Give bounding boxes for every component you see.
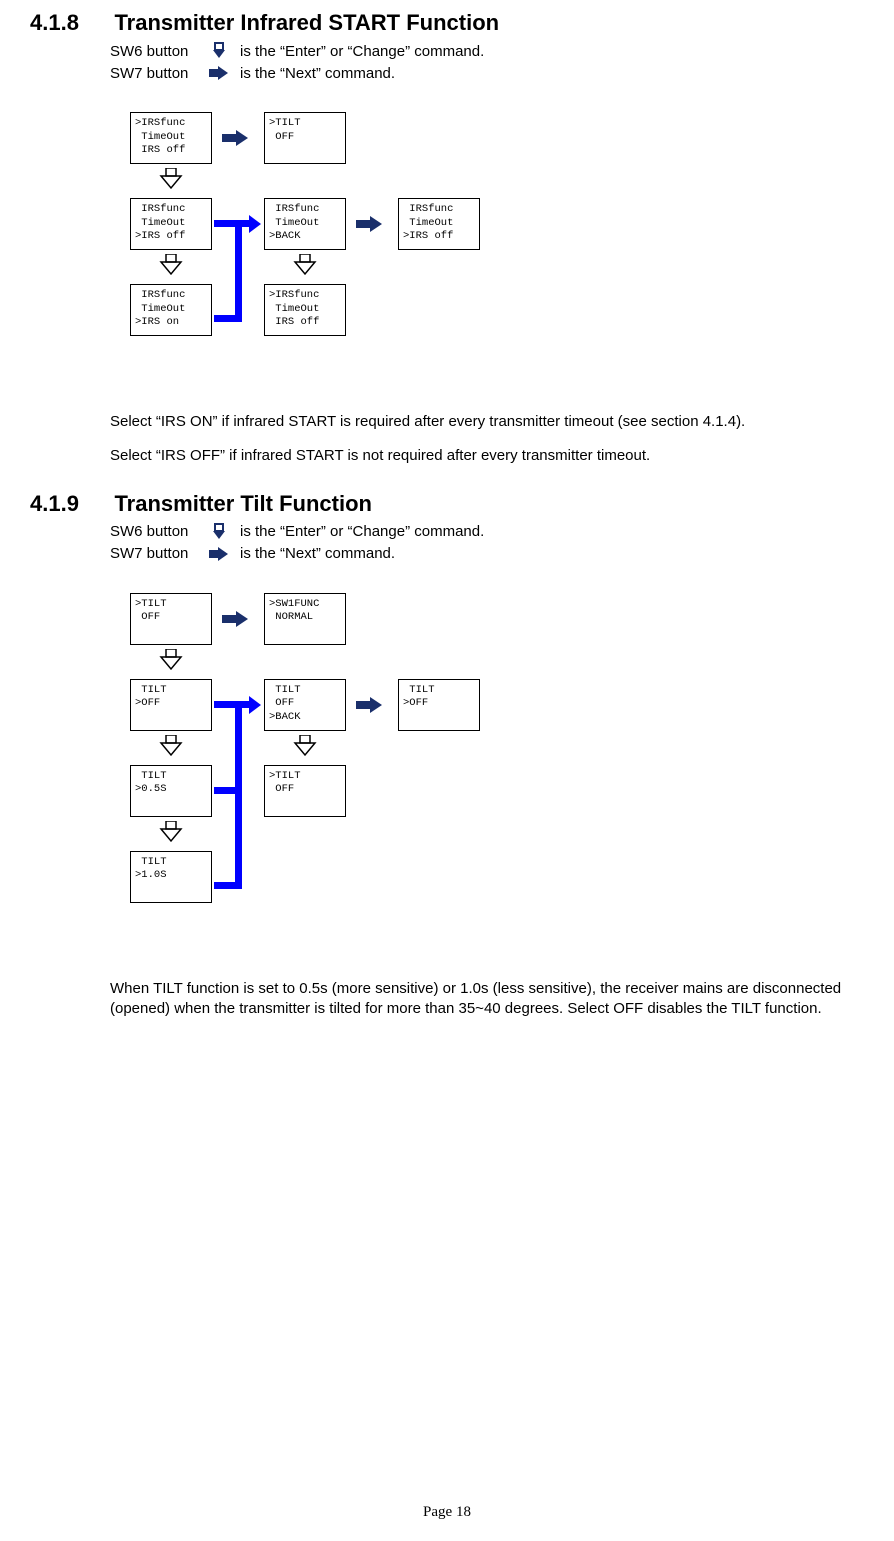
lcd-box: IRSfunc TimeOut >IRS off [398, 198, 480, 250]
paragraph: Select “IRS ON” if infrared START is req… [110, 412, 864, 432]
lcd-box: IRSfunc TimeOut >BACK [264, 198, 346, 250]
arrow-right-icon [356, 216, 386, 232]
sw6-desc: is the “Enter” or “Change” command. [240, 523, 484, 540]
lcd-box: >TILT OFF [264, 765, 346, 817]
arrow-down-open-icon [292, 735, 318, 757]
arrow-right-icon [222, 130, 252, 146]
lcd-box: TILT >0.5S [130, 765, 212, 817]
enter-icon [208, 42, 230, 60]
lcd-box: >TILT OFF [264, 112, 346, 164]
blue-link [235, 220, 242, 322]
sw6-line: SW6 button is the “Enter” or “Change” co… [110, 523, 864, 541]
section-title: Transmitter Infrared START Function [114, 10, 499, 36]
arrow-right-icon [222, 611, 252, 627]
blue-link [214, 220, 238, 227]
paragraph: When TILT function is set to 0.5s (more … [110, 979, 864, 1020]
lcd-box: TILT OFF >BACK [264, 679, 346, 731]
paragraph: Select “IRS OFF” if infrared START is no… [110, 446, 864, 466]
arrow-down-open-icon [158, 254, 184, 276]
blue-link [235, 701, 242, 889]
blue-link [214, 315, 238, 322]
lcd-box: IRSfunc TimeOut >IRS on [130, 284, 212, 336]
sw7-desc: is the “Next” command. [240, 65, 395, 82]
blue-link [214, 787, 238, 794]
sw7-desc: is the “Next” command. [240, 545, 395, 562]
section-number: 4.1.8 [30, 10, 110, 36]
sw7-line: SW7 button is the “Next” command. [110, 545, 864, 563]
arrow-right-icon [356, 697, 386, 713]
arrow-down-open-icon [158, 649, 184, 671]
sw7-label: SW7 button [110, 545, 198, 562]
sw6-line: SW6 button is the “Enter” or “Change” co… [110, 42, 864, 60]
arrow-down-open-icon [158, 168, 184, 190]
sw6-desc: is the “Enter” or “Change” command. [240, 43, 484, 60]
lcd-box: IRSfunc TimeOut >IRS off [130, 198, 212, 250]
blue-arrowhead-icon [249, 696, 261, 714]
blue-link [214, 701, 238, 708]
lcd-box: >IRSfunc TimeOut IRS off [130, 112, 212, 164]
blue-arrowhead-icon [249, 215, 261, 233]
lcd-box: >TILT OFF [130, 593, 212, 645]
lcd-box: >SW1FUNC NORMAL [264, 593, 346, 645]
enter-icon [208, 523, 230, 541]
sw7-label: SW7 button [110, 65, 198, 82]
sw6-label: SW6 button [110, 523, 198, 540]
arrow-down-open-icon [292, 254, 318, 276]
page-footer: Page 18 [0, 1504, 894, 1521]
lcd-box: >IRSfunc TimeOut IRS off [264, 284, 346, 336]
next-icon [208, 545, 230, 563]
section-title: Transmitter Tilt Function [114, 491, 372, 517]
section-number: 4.1.9 [30, 491, 110, 517]
arrow-down-open-icon [158, 821, 184, 843]
next-icon [208, 64, 230, 82]
sw6-label: SW6 button [110, 43, 198, 60]
lcd-box: TILT >OFF [398, 679, 480, 731]
sw7-line: SW7 button is the “Next” command. [110, 64, 864, 82]
lcd-box: TILT >1.0S [130, 851, 212, 903]
blue-link [214, 882, 242, 889]
lcd-box: TILT >OFF [130, 679, 212, 731]
arrow-down-open-icon [158, 735, 184, 757]
